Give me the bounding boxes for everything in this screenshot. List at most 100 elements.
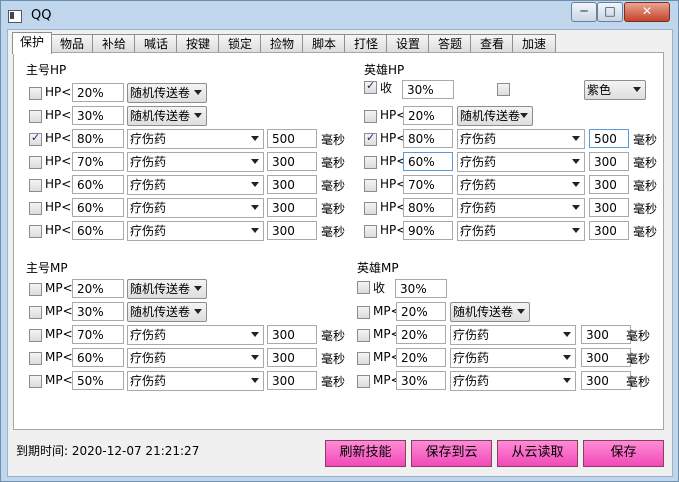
hero_hp-row-4-item-select[interactable]: 疗伤药 [457, 198, 585, 218]
tab-8[interactable]: 打怪 [344, 34, 388, 53]
main_hp-row-2-ms-input[interactable]: 500 [267, 129, 317, 148]
hero_hp-row-4-percent-input[interactable]: 80% [403, 198, 453, 217]
main_mp-row-3-checkbox[interactable] [29, 352, 42, 365]
main_mp-row-4-item-select[interactable]: 疗伤药 [127, 371, 264, 391]
main_mp-row-2-percent-input[interactable]: 70% [72, 325, 124, 344]
main_hp-row-0-item-select[interactable]: 随机传送卷 [127, 83, 207, 103]
load-from-cloud-button[interactable]: 从云读取 [497, 440, 578, 467]
main_mp-row-3-ms-input[interactable]: 300 [267, 348, 317, 367]
main_hp-row-5-item-select[interactable]: 疗伤药 [127, 198, 264, 218]
main_mp-row-1-percent-input[interactable]: 30% [72, 302, 124, 321]
hero_mp-row-2-checkbox[interactable] [357, 352, 370, 365]
hero_hp-row-5-percent-input[interactable]: 90% [403, 221, 453, 240]
hero_hp-row-3-percent-input[interactable]: 70% [403, 175, 453, 194]
main_hp-row-3-item-select[interactable]: 疗伤药 [127, 152, 264, 172]
close-button[interactable]: ✕ [624, 2, 670, 22]
refresh-skills-button[interactable]: 刷新技能 [325, 440, 406, 467]
hero_mp-row-0-checkbox[interactable] [357, 306, 370, 319]
main_mp-row-3-item-select[interactable]: 疗伤药 [127, 348, 264, 368]
hero-hp-color-checkbox[interactable] [497, 83, 510, 96]
main_hp-row-2-percent-input[interactable]: 80% [72, 129, 124, 148]
hero_hp-row-5-ms-input[interactable]: 300 [589, 221, 629, 240]
hero_hp-row-1-checkbox[interactable] [364, 131, 377, 146]
main_hp-row-6-ms-input[interactable]: 300 [267, 221, 317, 240]
tab-10[interactable]: 答题 [428, 34, 472, 53]
hero_mp-row-0-item-select[interactable]: 随机传送卷 [450, 302, 530, 322]
main_mp-row-2-checkbox[interactable] [29, 329, 42, 342]
main_mp-row-3-percent-input[interactable]: 60% [72, 348, 124, 367]
main_hp-row-3-checkbox[interactable] [29, 156, 42, 169]
hero_mp-row-2-percent-input[interactable]: 20% [396, 348, 446, 367]
main_mp-row-0-checkbox[interactable] [29, 283, 42, 296]
hero_hp-row-2-ms-input[interactable]: 300 [589, 152, 629, 171]
hero_hp-row-0-checkbox[interactable] [364, 110, 377, 123]
hero_mp-row-0-percent-input[interactable]: 20% [396, 302, 446, 321]
tab-6[interactable]: 捡物 [260, 34, 304, 53]
hero_hp-row-2-percent-input[interactable]: 60% [403, 152, 453, 171]
hero-mp-recall-checkbox[interactable] [357, 281, 370, 294]
main_hp-row-6-percent-input[interactable]: 60% [72, 221, 124, 240]
main_hp-row-2-checkbox[interactable] [29, 131, 42, 146]
hero-hp-recall-checkbox[interactable] [364, 79, 377, 94]
hero_hp-row-3-item-select[interactable]: 疗伤药 [457, 175, 585, 195]
main_hp-row-1-item-select[interactable]: 随机传送卷 [127, 106, 207, 126]
minimize-button[interactable]: ─ [571, 2, 597, 22]
main_mp-row-0-percent-input[interactable]: 20% [72, 279, 124, 298]
title-bar[interactable]: QQ ─ □ ✕ [1, 1, 678, 29]
main_mp-row-2-ms-input[interactable]: 300 [267, 325, 317, 344]
hero_hp-row-1-percent-input[interactable]: 80% [403, 129, 453, 148]
hero_hp-row-1-ms-input[interactable]: 500 [589, 129, 629, 148]
hero_hp-row-2-item-select[interactable]: 疗伤药 [457, 152, 585, 172]
tab-4[interactable]: 按键 [176, 34, 220, 53]
save-to-cloud-button[interactable]: 保存到云 [411, 440, 492, 467]
hero_mp-row-3-ms-input[interactable]: 300 [581, 371, 631, 390]
main_hp-row-6-item-select[interactable]: 疗伤药 [127, 221, 264, 241]
tab-12[interactable]: 加速 [512, 34, 556, 53]
main_hp-row-4-item-select[interactable]: 疗伤药 [127, 175, 264, 195]
hero_mp-row-1-ms-input[interactable]: 300 [581, 325, 631, 344]
hero_hp-row-5-checkbox[interactable] [364, 225, 377, 238]
hero_mp-row-3-checkbox[interactable] [357, 375, 370, 388]
main_hp-row-0-percent-input[interactable]: 20% [72, 83, 124, 102]
main_hp-row-6-checkbox[interactable] [29, 225, 42, 238]
hero-hp-color-select[interactable]: 紫色 [584, 80, 646, 100]
maximize-button[interactable]: □ [597, 2, 623, 22]
main_hp-row-1-percent-input[interactable]: 30% [72, 106, 124, 125]
hero-mp-recall-input[interactable]: 30% [395, 279, 447, 298]
tab-7[interactable]: 脚本 [302, 34, 346, 53]
tab-0[interactable]: 保护 [12, 32, 52, 54]
main_hp-row-4-ms-input[interactable]: 300 [267, 175, 317, 194]
hero_mp-row-1-percent-input[interactable]: 20% [396, 325, 446, 344]
hero_mp-row-3-item-select[interactable]: 疗伤药 [450, 371, 576, 391]
main_hp-row-5-checkbox[interactable] [29, 202, 42, 215]
hero_hp-row-0-item-select[interactable]: 随机传送卷 [457, 106, 533, 126]
tab-3[interactable]: 喊话 [134, 34, 178, 53]
hero_mp-row-1-checkbox[interactable] [357, 329, 370, 342]
hero_hp-row-2-checkbox[interactable] [364, 156, 377, 169]
tab-5[interactable]: 锁定 [218, 34, 262, 53]
hero_mp-row-2-item-select[interactable]: 疗伤药 [450, 348, 576, 368]
hero_hp-row-0-percent-input[interactable]: 20% [403, 106, 453, 125]
hero_hp-row-3-ms-input[interactable]: 300 [589, 175, 629, 194]
main_mp-row-1-checkbox[interactable] [29, 306, 42, 319]
tab-2[interactable]: 补给 [92, 34, 136, 53]
main_hp-row-4-checkbox[interactable] [29, 179, 42, 192]
main_hp-row-2-item-select[interactable]: 疗伤药 [127, 129, 264, 149]
hero_mp-row-2-ms-input[interactable]: 300 [581, 348, 631, 367]
hero_hp-row-4-ms-input[interactable]: 300 [589, 198, 629, 217]
main_mp-row-4-percent-input[interactable]: 50% [72, 371, 124, 390]
hero-hp-recall-input[interactable]: 30% [402, 80, 454, 99]
main_mp-row-2-item-select[interactable]: 疗伤药 [127, 325, 264, 345]
hero_hp-row-4-checkbox[interactable] [364, 202, 377, 215]
main_hp-row-4-percent-input[interactable]: 60% [72, 175, 124, 194]
main_hp-row-5-ms-input[interactable]: 300 [267, 198, 317, 217]
hero_mp-row-3-percent-input[interactable]: 30% [396, 371, 446, 390]
hero_mp-row-1-item-select[interactable]: 疗伤药 [450, 325, 576, 345]
tab-1[interactable]: 物品 [50, 34, 94, 53]
main_hp-row-1-checkbox[interactable] [29, 110, 42, 123]
main_hp-row-0-checkbox[interactable] [29, 87, 42, 100]
save-button[interactable]: 保存 [583, 440, 664, 467]
main_hp-row-3-percent-input[interactable]: 70% [72, 152, 124, 171]
main_mp-row-4-checkbox[interactable] [29, 375, 42, 388]
hero_hp-row-5-item-select[interactable]: 疗伤药 [457, 221, 585, 241]
